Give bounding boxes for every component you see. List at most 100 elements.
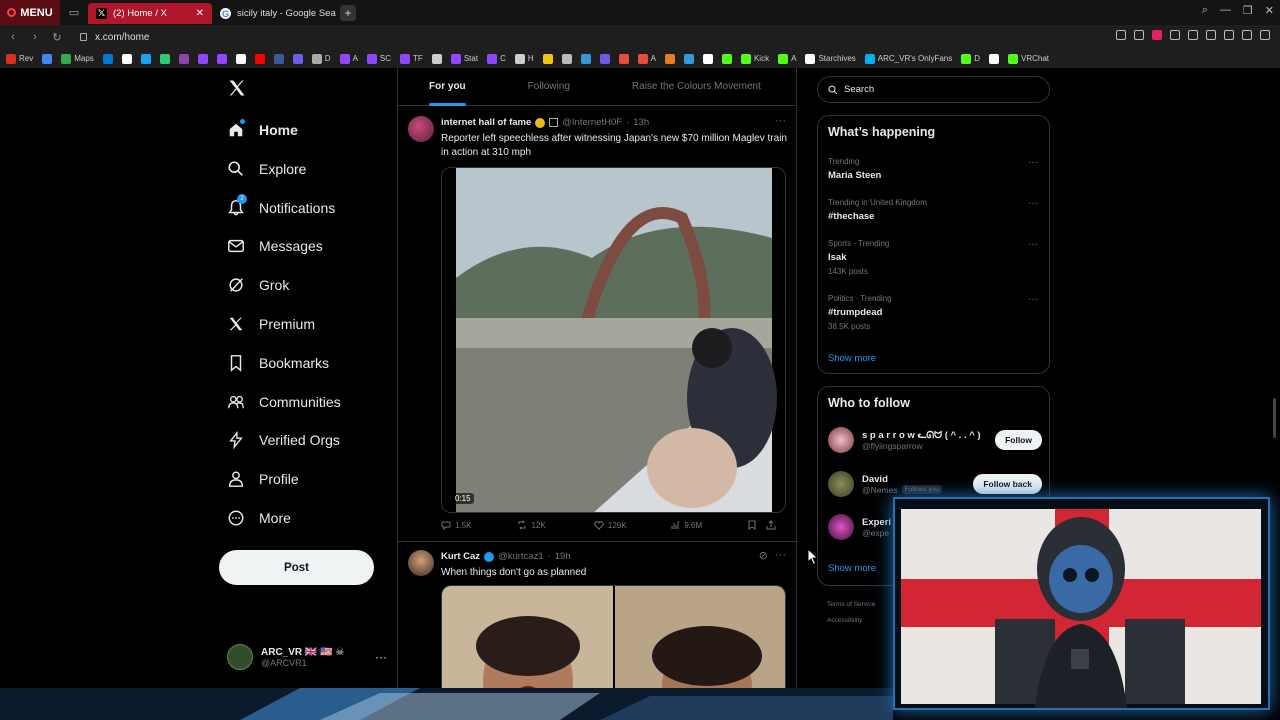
browser-tab-google[interactable]: G sicily italy - Google Searc xyxy=(212,3,336,24)
nav-item-grok[interactable]: Grok xyxy=(227,273,289,297)
more-icon[interactable]: ··· xyxy=(375,650,387,664)
views-button[interactable]: 9.6M xyxy=(670,520,746,530)
tweet-handle[interactable]: @InternetH0F xyxy=(562,117,622,128)
nav-item-premium[interactable]: Premium xyxy=(227,312,315,336)
bookmark-item[interactable] xyxy=(580,53,591,64)
bookmark-item[interactable] xyxy=(235,53,246,64)
bookmark-item[interactable] xyxy=(431,53,442,64)
bookmark-button[interactable] xyxy=(747,520,767,530)
minimize-icon[interactable]: — xyxy=(1220,4,1231,17)
more-icon[interactable]: ··· xyxy=(1028,157,1038,168)
profile-icon[interactable] xyxy=(1224,30,1234,40)
nav-item-verified-orgs[interactable]: Verified Orgs xyxy=(227,428,340,452)
show-more-link[interactable]: Show more xyxy=(828,563,876,574)
bookmark-item[interactable] xyxy=(702,53,713,64)
restore-icon[interactable]: ❐ xyxy=(1243,4,1253,17)
url-field[interactable]: x.com/home xyxy=(80,32,149,43)
trend-item[interactable]: Trending Maria Steen ··· xyxy=(828,157,1038,181)
tab-following[interactable]: Following xyxy=(528,68,570,106)
bookmark-item[interactable] xyxy=(254,53,265,64)
bookmark-item[interactable] xyxy=(683,53,694,64)
bookmark-item[interactable] xyxy=(197,53,208,64)
bookmark-item[interactable]: C xyxy=(487,53,506,64)
bookmark-item[interactable] xyxy=(542,53,553,64)
more-icon[interactable]: ··· xyxy=(1028,198,1038,209)
scrollbar[interactable] xyxy=(1273,398,1276,438)
extension-icon[interactable] xyxy=(1170,30,1180,40)
footer-link-terms[interactable]: Terms of Service xyxy=(827,601,875,608)
follow-suggestion[interactable]: s p a r r o w ᓚᘏᗢ ( ^ . . ^ ) ~... @flyi… xyxy=(828,424,1042,456)
bookmark-item[interactable] xyxy=(216,53,227,64)
reload-icon[interactable]: ↻ xyxy=(48,31,66,44)
nav-item-profile[interactable]: Profile xyxy=(227,467,299,491)
x-logo-icon[interactable] xyxy=(227,78,247,98)
bookmark-item[interactable]: A xyxy=(339,53,358,64)
nav-item-messages[interactable]: Messages xyxy=(227,234,323,258)
nav-item-explore[interactable]: Explore xyxy=(227,157,306,181)
extension-icon[interactable] xyxy=(1116,30,1126,40)
follow-button[interactable]: Follow xyxy=(995,430,1042,450)
tweet-author-name[interactable]: internet hall of fame xyxy=(441,117,531,128)
tweet-handle[interactable]: @kurtcaz1 xyxy=(498,551,544,562)
browser-menu-icon[interactable] xyxy=(1260,30,1270,40)
grok-icon[interactable]: ⊘ xyxy=(759,549,768,562)
trend-item[interactable]: Politics · Trending #trumpdead 38.5K pos… xyxy=(828,294,1038,331)
bookmark-item[interactable]: TF xyxy=(400,53,423,64)
tweet-time[interactable]: 13h xyxy=(633,117,649,128)
tweet-author-name[interactable]: Kurt Caz xyxy=(441,551,480,562)
bookmark-item[interactable]: D xyxy=(961,53,980,64)
tab-raise-the-colours[interactable]: Raise the Colours Movement xyxy=(632,68,761,106)
nav-item-notifications[interactable]: 2 Notifications xyxy=(227,193,335,220)
bookmark-item[interactable] xyxy=(618,53,629,64)
bookmark-item[interactable]: Rev xyxy=(6,53,33,64)
post-button[interactable]: Post xyxy=(219,550,374,585)
bookmark-item[interactable]: VRChat xyxy=(1008,53,1049,64)
nav-item-bookmarks[interactable]: Bookmarks xyxy=(227,351,329,375)
close-tab-icon[interactable]: ✕ xyxy=(196,8,204,19)
tweet-time[interactable]: 19h xyxy=(555,551,571,562)
trend-item[interactable]: Trending in United Kingdom #thechase ··· xyxy=(828,198,1038,222)
bookmark-item[interactable]: Stat xyxy=(450,53,478,64)
close-window-icon[interactable]: ✕ xyxy=(1265,4,1274,17)
bookmark-item[interactable] xyxy=(178,53,189,64)
more-icon[interactable]: ··· xyxy=(775,115,786,127)
more-icon[interactable]: ··· xyxy=(1028,239,1038,250)
account-switcher[interactable]: ARC_VR 🇬🇧 🇺🇸 ☠ @ARCVR1 ··· xyxy=(227,644,387,670)
bookmark-item[interactable]: SC xyxy=(366,53,391,64)
trend-item[interactable]: Sports · Trending Isak 143K posts ··· xyxy=(828,239,1038,276)
search-tabs-icon[interactable]: ⌕ xyxy=(1202,4,1208,17)
extension-icon[interactable] xyxy=(1152,30,1162,40)
heart-icon[interactable] xyxy=(1188,30,1198,40)
bookmark-item[interactable] xyxy=(42,53,53,64)
more-icon[interactable]: ··· xyxy=(1028,294,1038,305)
follow-back-button[interactable]: Follow back xyxy=(973,474,1042,494)
nav-item-home[interactable]: Home xyxy=(227,118,298,142)
nav-item-more[interactable]: More xyxy=(227,506,291,530)
tab-overview-icon[interactable]: ▭ xyxy=(60,0,88,25)
follow-suggestion[interactable]: David @Nemes Follows you Follow back xyxy=(828,468,1042,500)
repost-button[interactable]: 12K xyxy=(517,520,593,530)
tweet[interactable]: internet hall of fame @InternetH0F · 13h… xyxy=(398,106,798,536)
browser-tab-x[interactable]: 𝕏 (2) Home / X ✕ xyxy=(88,3,212,24)
share-button[interactable] xyxy=(766,520,786,530)
browser-menu-button[interactable]: MENU xyxy=(0,0,60,25)
like-button[interactable]: 129K xyxy=(594,520,670,530)
extension-icon[interactable] xyxy=(1206,30,1216,40)
footer-link-accessibility[interactable]: Accessibility xyxy=(827,617,862,624)
bookmark-item[interactable] xyxy=(140,53,151,64)
bookmark-item[interactable]: A xyxy=(637,53,656,64)
bookmark-item[interactable] xyxy=(273,53,284,64)
bookmark-item[interactable] xyxy=(121,53,132,64)
back-icon[interactable]: ‹ xyxy=(4,31,22,43)
search-input[interactable]: Search xyxy=(817,76,1050,103)
bookmark-item[interactable] xyxy=(561,53,572,64)
bookmark-item[interactable] xyxy=(664,53,675,64)
new-tab-button[interactable]: + xyxy=(340,4,356,21)
bookmark-item[interactable]: ARC_VR's OnlyFans xyxy=(864,53,952,64)
tweet-video[interactable]: 0:15 xyxy=(441,167,786,513)
bookmark-item[interactable]: Maps xyxy=(61,53,94,64)
more-icon[interactable]: ··· xyxy=(775,549,786,561)
bookmark-item[interactable]: Starchives xyxy=(805,53,856,64)
bookmark-item[interactable] xyxy=(159,53,170,64)
download-icon[interactable] xyxy=(1242,30,1252,40)
